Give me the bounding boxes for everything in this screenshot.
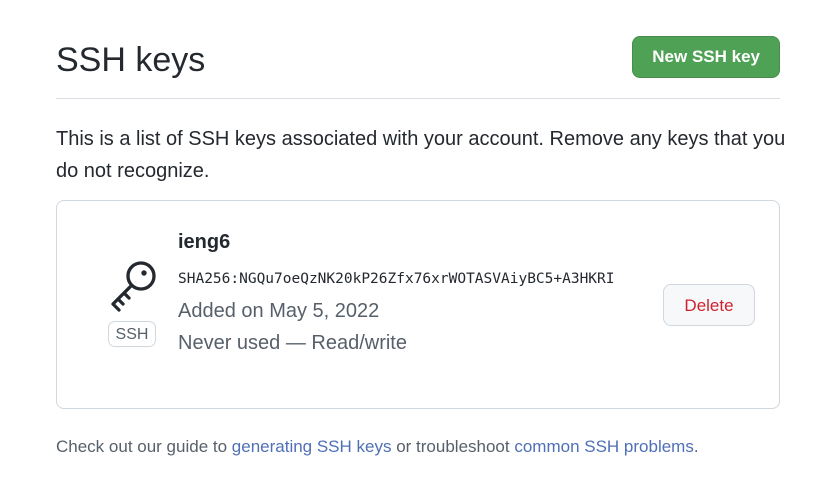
ssh-key-title: ieng6 bbox=[178, 231, 231, 253]
ssh-keys-page: SSH keys New SSH key This is a list of S… bbox=[0, 0, 832, 490]
key-icon bbox=[111, 261, 156, 312]
help-text-before: Check out our guide to bbox=[56, 437, 232, 456]
page-header: SSH keys New SSH key bbox=[56, 28, 780, 99]
generating-ssh-keys-link[interactable]: generating SSH keys bbox=[232, 437, 392, 456]
ssh-keys-description: This is a list of SSH keys associated wi… bbox=[56, 128, 786, 182]
ssh-key-usage: Never used — Read/write bbox=[178, 332, 407, 354]
ssh-key-details: ieng6 SHA256:NGQu7oeQzNK20kP26Zfx76xrWOT… bbox=[178, 228, 658, 359]
page-title: SSH keys bbox=[56, 41, 206, 79]
ssh-key-added-date: Added on May 5, 2022 bbox=[178, 300, 380, 322]
help-text-after: . bbox=[693, 437, 699, 456]
ssh-badge: SSH bbox=[107, 321, 157, 347]
new-ssh-key-button[interactable]: New SSH key bbox=[632, 36, 780, 78]
key-type-visual: SSH bbox=[105, 259, 159, 347]
ssh-key-card: SSH ieng6 SHA256:NGQu7oeQzNK20kP26Zfx76x… bbox=[56, 200, 780, 409]
ssh-help-text: Check out our guide to generating SSH ke… bbox=[56, 433, 699, 461]
help-text-middle: or troubleshoot bbox=[391, 437, 515, 456]
ssh-key-fingerprint: SHA256:NGQu7oeQzNK20kP26Zfx76xrWOTASVAiy… bbox=[178, 271, 615, 287]
common-ssh-problems-link[interactable]: common SSH problems bbox=[514, 437, 694, 456]
delete-ssh-key-button[interactable]: Delete bbox=[663, 284, 755, 326]
